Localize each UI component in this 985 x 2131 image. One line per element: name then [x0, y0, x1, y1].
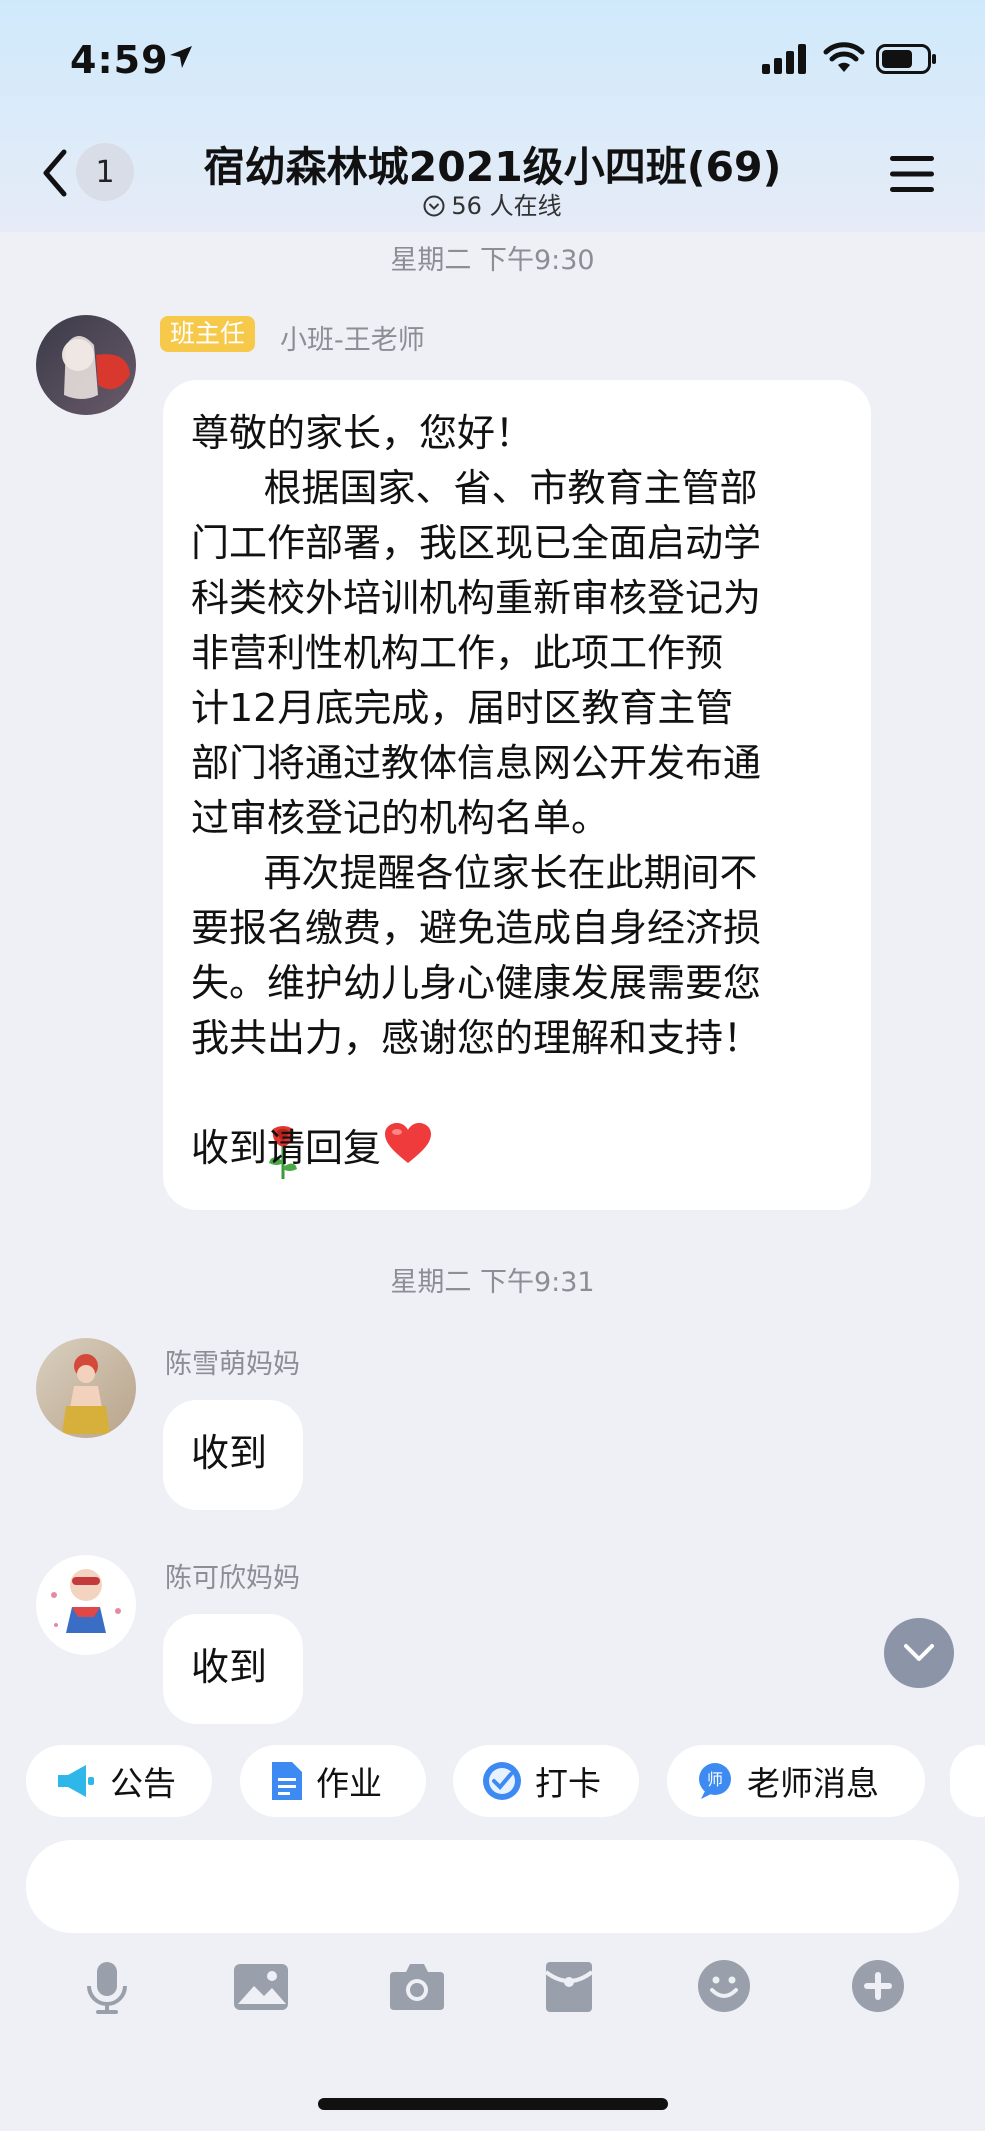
announcement-chip[interactable]: 公告 [26, 1745, 212, 1817]
status-bar: 4:59 [0, 0, 985, 120]
home-indicator[interactable] [318, 2098, 668, 2110]
message-input[interactable] [26, 1840, 959, 1933]
sender-name: 陈可欣妈妈 [165, 1563, 300, 1594]
avatar-image [62, 336, 130, 399]
camera-icon[interactable] [388, 1960, 446, 2012]
avatar[interactable] [36, 1555, 136, 1655]
cellular-signal-icon [762, 44, 806, 74]
heart-icon [385, 1123, 432, 1163]
checkin-chip[interactable]: 打卡 [453, 1745, 639, 1817]
menu-icon[interactable] [888, 152, 936, 196]
chevron-down-icon [904, 1644, 934, 1661]
message-text: 尊敬的家长，您好！ 根据国家、省、市教育主管部 门工作部署，我区现已全面启动学 … [191, 406, 845, 1179]
teacher-icon: 师 [699, 1763, 731, 1799]
image-icon[interactable] [232, 1962, 290, 2012]
plus-icon[interactable] [850, 1958, 906, 2014]
chat-header: 4:59 1 宿幼森林城2021级小四班(69) 56 人在线 [0, 0, 985, 232]
message-timestamp: 星期二 下午9:30 [390, 245, 595, 276]
online-count[interactable]: 56 人在线 [0, 186, 985, 221]
microphone-icon[interactable] [84, 1960, 130, 2016]
message-bubble[interactable]: 收到 [163, 1400, 303, 1510]
avatar[interactable] [36, 1338, 136, 1438]
sender-name: 陈雪萌妈妈 [165, 1349, 300, 1380]
avatar[interactable] [36, 315, 136, 415]
teacher-message-chip[interactable]: 师 老师消息 [667, 1745, 925, 1817]
chevron-down-circle-icon [423, 195, 445, 217]
homework-chip[interactable]: 作业 [240, 1745, 426, 1817]
wifi-icon [823, 42, 865, 72]
message-text: 收到 [191, 1431, 268, 1475]
scroll-to-bottom-button[interactable] [884, 1618, 954, 1688]
quick-actions-bar: 公告 作业 打卡 师 老师消息 [0, 1745, 985, 1823]
message-bubble[interactable]: 收到 [163, 1614, 303, 1724]
message-timestamp: 星期二 下午9:31 [390, 1267, 595, 1298]
red-packet-icon[interactable] [544, 1960, 594, 2014]
more-chip[interactable] [950, 1745, 985, 1817]
message-bubble[interactable]: 尊敬的家长，您好！ 根据国家、省、市教育主管部 门工作部署，我区现已全面启动学 … [163, 380, 871, 1210]
message-text: 收到 [191, 1645, 268, 1689]
battery-icon [876, 44, 936, 74]
role-badge: 班主任 [160, 316, 256, 352]
emoji-icon[interactable] [696, 1958, 752, 2014]
svg-text:师: 师 [707, 1770, 723, 1789]
checkin-icon [483, 1762, 521, 1800]
avatar-image [51, 1569, 121, 1633]
location-arrow-icon [170, 46, 192, 68]
online-count-text: 56 人在线 [451, 192, 562, 220]
status-time: 4:59 [70, 38, 169, 82]
document-icon [272, 1762, 302, 1800]
avatar-image [62, 1354, 110, 1434]
chat-title: 宿幼森林城2021级小四班(69) [203, 143, 782, 191]
megaphone-icon [58, 1765, 94, 1797]
sender-name: 小班-王老师 [280, 325, 425, 356]
